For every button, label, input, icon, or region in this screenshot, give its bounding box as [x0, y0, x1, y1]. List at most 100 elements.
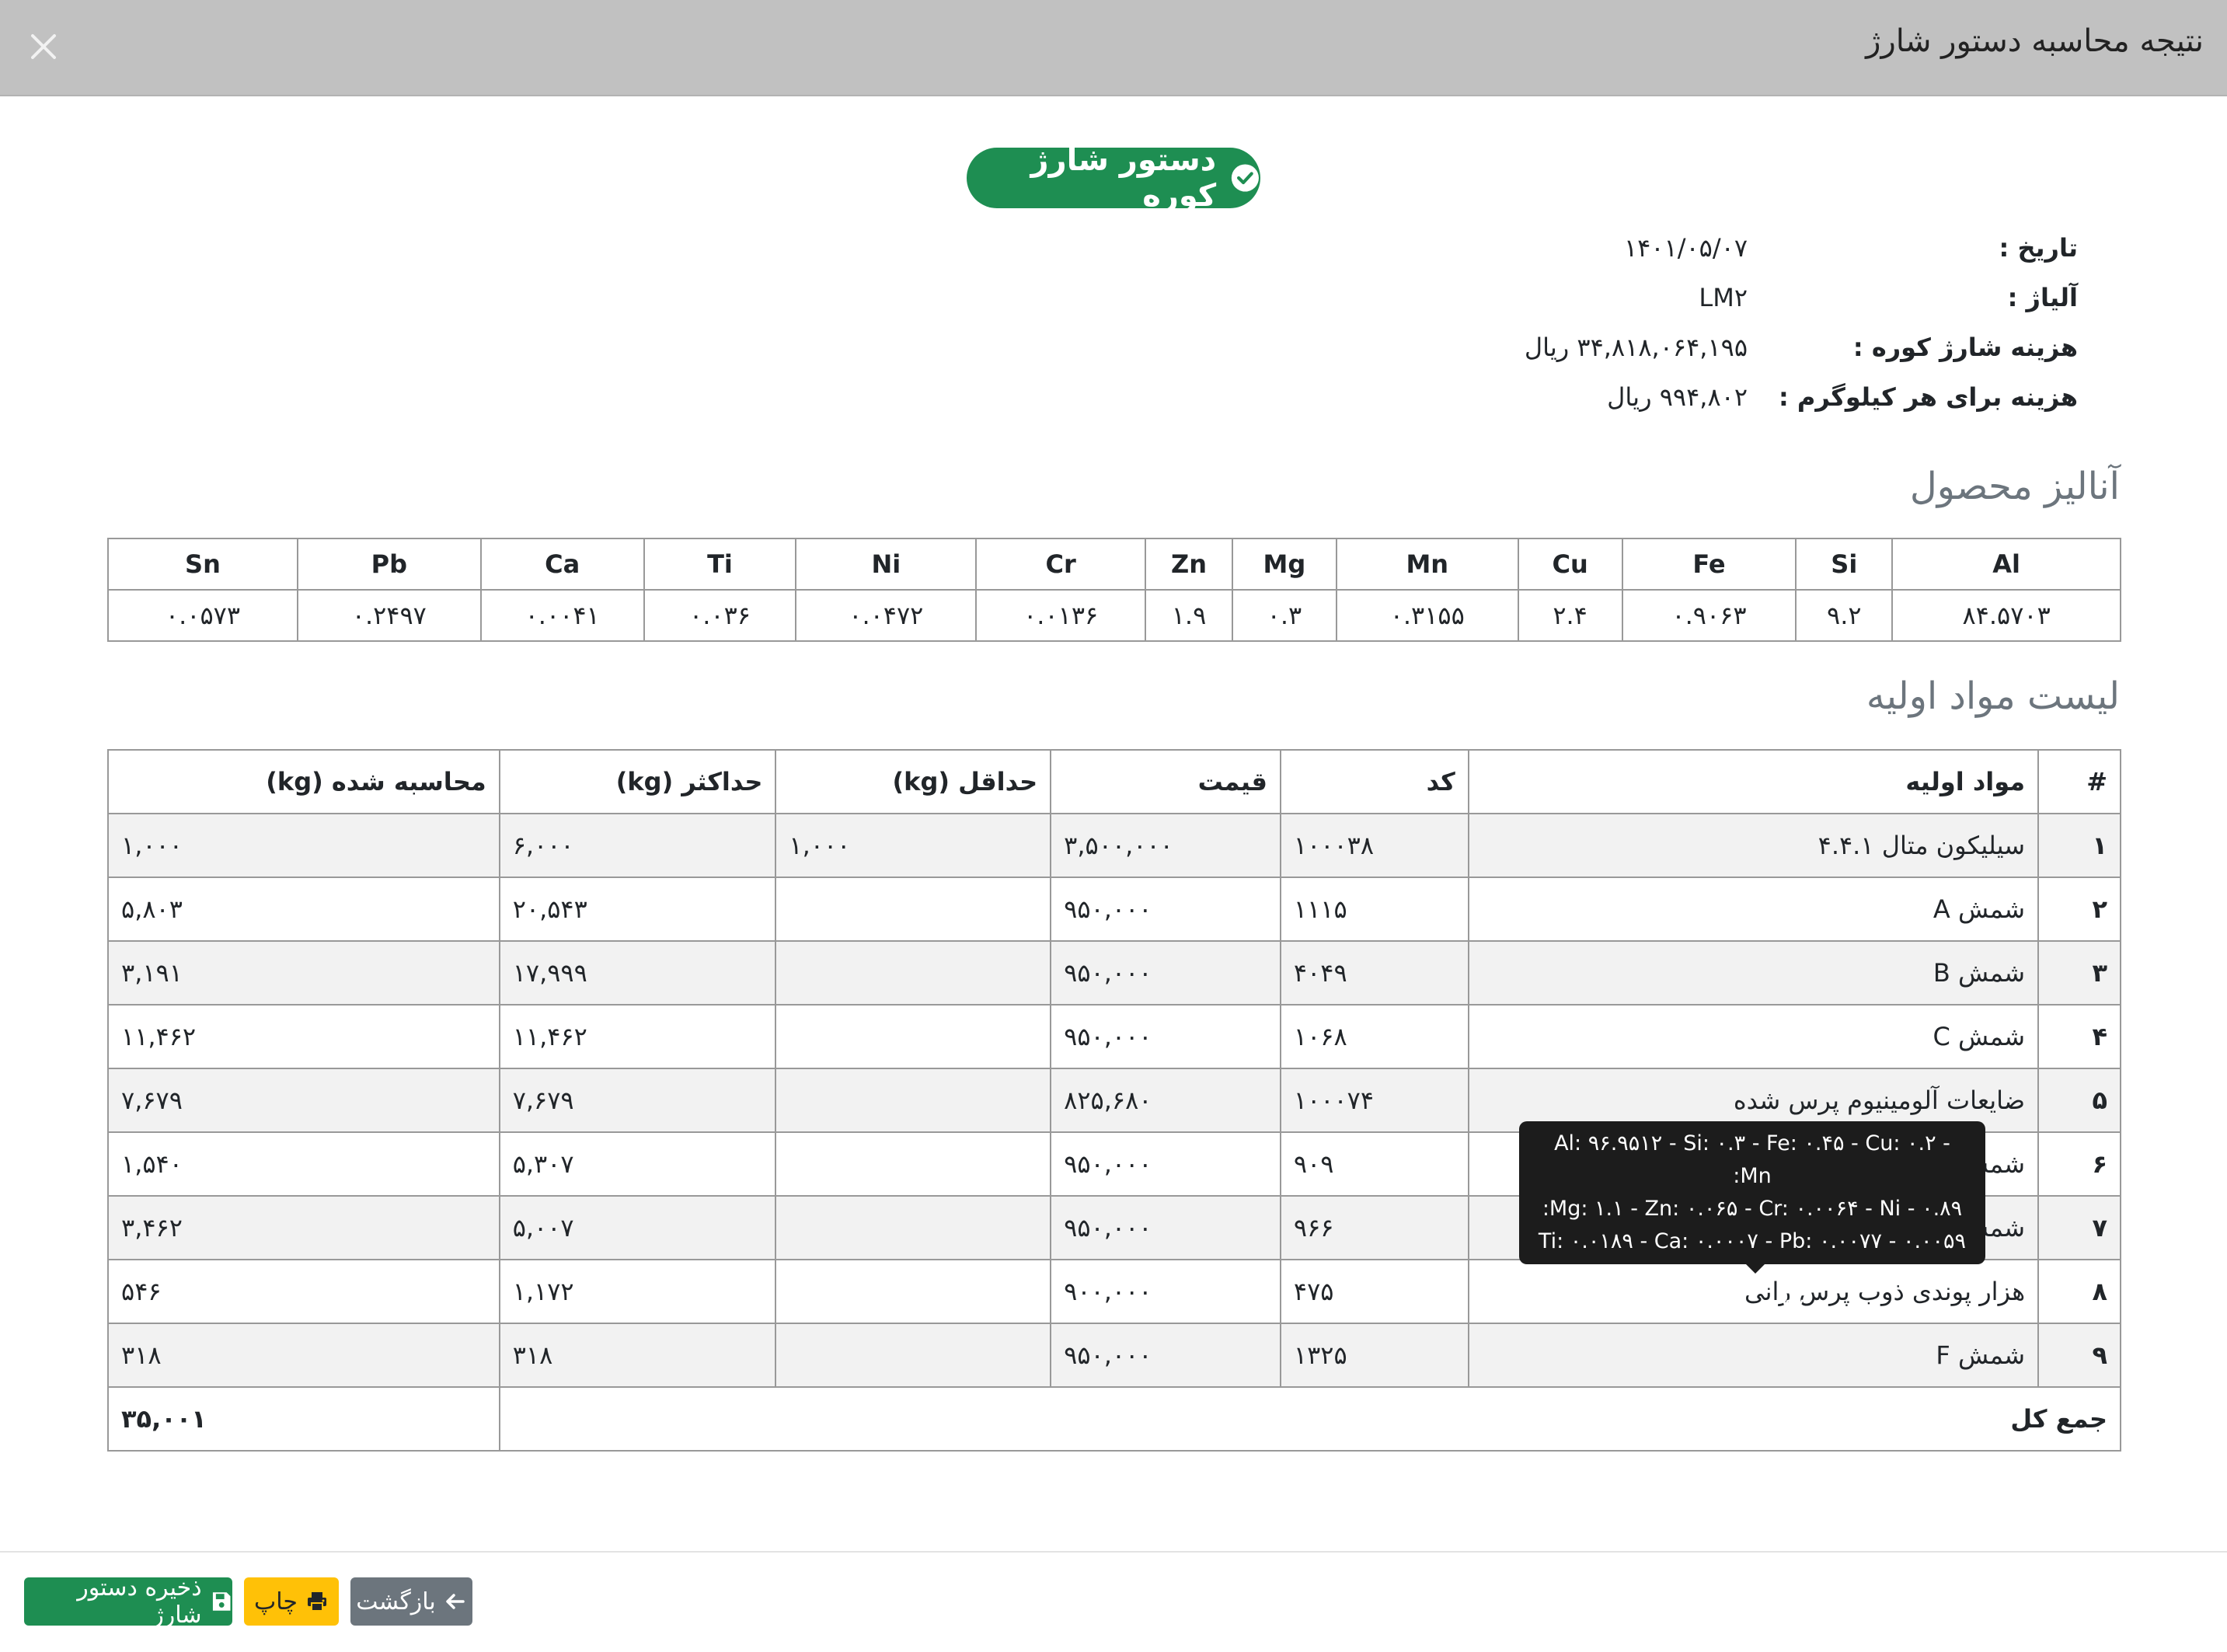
material-code: ۹۶۶	[1279, 1195, 1469, 1260]
material-min: ۱,۰۰۰	[775, 813, 1052, 878]
info-value: ۳۴,۸۱۸,۰۶۴,۱۹۵ ریال	[1524, 333, 1748, 362]
material-min	[775, 1195, 1052, 1260]
materials-header: مواد اولیه	[1467, 749, 2040, 814]
materials-header: حداقل (kg)	[775, 749, 1052, 814]
info-label: هزینه شارژ کوره :	[1852, 333, 2078, 362]
tooltip-line: ۰.۸۹ - Mg: ۱.۱ - Zn: ۰.۰۶۵ - Cr: ۰.۰۰۶۴ …	[1542, 1197, 1963, 1221]
row-index: ۸	[2037, 1259, 2121, 1324]
material-calculated: ۳,۱۹۱	[107, 940, 500, 1005]
print-button[interactable]: چاپ	[244, 1577, 339, 1626]
analysis-value: ۰.۰۳۶	[643, 589, 797, 642]
info-label: هزینه برای هر کیلوگرم :	[1778, 382, 2078, 412]
analysis-value: ۰.۰۵۷۳	[107, 589, 298, 642]
material-min	[775, 1004, 1052, 1069]
material-max: ۷,۶۷۹	[498, 1068, 777, 1133]
material-price: ۹۵۰,۰۰۰	[1050, 1323, 1281, 1388]
analysis-title: آنالیز محصول	[1909, 465, 2120, 508]
analysis-header: Ca	[479, 538, 645, 591]
analysis-header: Si	[1795, 538, 1894, 591]
row-index: ۳	[2037, 940, 2121, 1005]
material-price: ۹۵۰,۰۰۰	[1050, 940, 1281, 1005]
info-value: LM۲	[1699, 283, 1748, 312]
material-name[interactable]: شمش C	[1467, 1004, 2040, 1069]
analysis-header: Pb	[296, 538, 482, 591]
back-button[interactable]: بازگشت	[350, 1577, 472, 1626]
material-max: ۱۷,۹۹۹	[498, 940, 777, 1005]
analysis-header: Sn	[107, 538, 298, 591]
badge-label: دستور شارژ کوره	[1030, 142, 1217, 214]
tooltip-line: ۰.۰۰۵۹ - Ti: ۰.۰۱۸۹ - Ca: ۰.۰۰۰۷ - Pb: ۰…	[1538, 1229, 1967, 1286]
analysis-value: ۰.۰۰۴۱	[479, 589, 645, 642]
analysis-value-row: ۸۴.۵۷۰۳ ۹.۲ ۰.۹۰۶۳ ۲.۴ ۰.۳۱۵۵ ۰.۳ ۱.۹ ۰.…	[107, 589, 2121, 642]
analysis-header: Zn	[1145, 538, 1233, 591]
material-calculated: ۷,۶۷۹	[107, 1068, 500, 1133]
check-circle-icon	[1232, 164, 1260, 192]
analysis-value: ۰.۰۱۳۶	[975, 589, 1147, 642]
material-price: ۹۵۰,۰۰۰	[1050, 1004, 1281, 1069]
material-code: ۴۷۵	[1279, 1259, 1469, 1324]
analysis-value: ۸۴.۵۷۰۳	[1891, 589, 2121, 642]
row-index: ۲	[2037, 877, 2121, 942]
analysis-table: Al Si Fe Cu Mn Mg Zn Cr Ni Ti Ca Pb Sn ۸…	[107, 538, 2121, 642]
analysis-header: Cr	[975, 538, 1147, 591]
material-code: ۱۰۰۰۷۴	[1279, 1068, 1469, 1133]
material-max: ۲۰,۵۴۳	[498, 877, 777, 942]
total-row: جمع کل ۳۵,۰۰۱	[107, 1386, 2122, 1452]
material-max: ۱۱,۴۶۲	[498, 1004, 777, 1069]
material-max: ۵,۰۰۷	[498, 1195, 777, 1260]
material-max: ۵,۳۰۷	[498, 1131, 777, 1197]
analysis-header: Cu	[1517, 538, 1623, 591]
materials-table: # مواد اولیه کد قیمت حداقل (kg) حداکثر (…	[107, 749, 2122, 1452]
material-price: ۹۵۰,۰۰۰	[1050, 1195, 1281, 1260]
row-index: ۹	[2037, 1323, 2121, 1388]
composition-tooltip: Al: ۹۶.۹۵۱۲ - Si: ۰.۳ - Fe: ۰.۴۵ - Cu: ۰…	[1519, 1121, 1985, 1319]
info-value: ۹۹۴,۸۰۲ ریال	[1607, 382, 1748, 412]
material-code: ۴۰۴۹	[1279, 940, 1469, 1005]
material-name[interactable]: شمش F	[1467, 1323, 2040, 1388]
close-button[interactable]	[20, 23, 67, 70]
analysis-value: ۰.۳	[1231, 589, 1337, 642]
material-code: ۱۰۰۰۳۸	[1279, 813, 1469, 878]
analysis-header: Mg	[1231, 538, 1337, 591]
material-name[interactable]: شمش A	[1467, 877, 2040, 942]
material-code: ۱۳۲۵	[1279, 1323, 1469, 1388]
print-label: چاپ	[254, 1588, 298, 1615]
material-price: ۹۵۰,۰۰۰	[1050, 877, 1281, 942]
row-index: ۶	[2037, 1131, 2121, 1197]
material-min	[775, 1323, 1052, 1388]
save-label: ذخیره دستور شارژ	[77, 1574, 202, 1629]
table-row: ۲ شمش A ۱۱۱۵ ۹۵۰,۰۰۰ ۲۰,۵۴۳ ۵,۸۰۳	[107, 877, 2121, 942]
material-name[interactable]: سیلیکون متال ۴.۴.۱	[1467, 813, 2040, 878]
footer-divider	[0, 1551, 2227, 1553]
material-calculated: ۵۴۶	[107, 1259, 500, 1324]
material-calculated: ۵,۸۰۳	[107, 877, 500, 942]
back-label: بازگشت	[356, 1588, 436, 1615]
material-calculated: ۳,۴۶۲	[107, 1195, 500, 1260]
printer-icon	[307, 1592, 326, 1612]
analysis-value: ۱.۹	[1145, 589, 1233, 642]
close-icon	[31, 34, 56, 59]
material-price: ۸۲۵,۶۸۰	[1050, 1068, 1281, 1133]
material-code: ۹۰۹	[1279, 1131, 1469, 1197]
save-charge-order-button[interactable]: ذخیره دستور شارژ	[24, 1574, 232, 1629]
material-name[interactable]: شمش B	[1467, 940, 2040, 1005]
materials-header: محاسبه شده (kg)	[107, 749, 500, 814]
material-calculated: ۱,۵۴۰	[107, 1131, 500, 1197]
material-calculated: ۱۱,۴۶۲	[107, 1004, 500, 1069]
material-price: ۳,۵۰۰,۰۰۰	[1050, 813, 1281, 878]
table-row: ۹ شمش F ۱۳۲۵ ۹۵۰,۰۰۰ ۳۱۸ ۳۱۸	[107, 1323, 2121, 1388]
total-value: ۳۵,۰۰۱	[107, 1386, 500, 1452]
analysis-header: Ni	[795, 538, 978, 591]
material-price: ۹۰۰,۰۰۰	[1050, 1259, 1281, 1324]
material-code: ۱۱۱۵	[1279, 877, 1469, 942]
material-min	[775, 877, 1052, 942]
info-row-date: تاریخ : ۱۴۰۱/۰۵/۰۷	[0, 233, 2227, 267]
row-index: ۷	[2037, 1195, 2121, 1260]
floppy-disk-icon	[212, 1592, 231, 1611]
material-calculated: ۱,۰۰۰	[107, 813, 500, 878]
analysis-value: ۹.۲	[1795, 589, 1894, 642]
materials-header-row: # مواد اولیه کد قیمت حداقل (kg) حداکثر (…	[107, 749, 2121, 814]
table-row: ۴ شمش C ۱۰۶۸ ۹۵۰,۰۰۰ ۱۱,۴۶۲ ۱۱,۴۶۲	[107, 1004, 2121, 1069]
material-code: ۱۰۶۸	[1279, 1004, 1469, 1069]
analysis-value: ۰.۲۴۹۷	[296, 589, 482, 642]
